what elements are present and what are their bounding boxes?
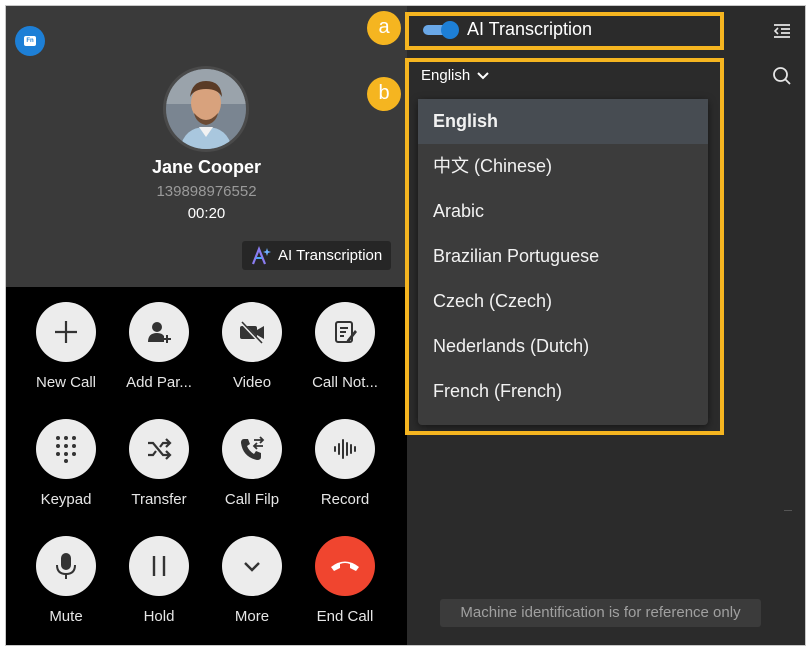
- video-off-icon: [239, 320, 264, 345]
- hold-button[interactable]: Hold: [113, 536, 205, 625]
- avatar: [166, 69, 246, 149]
- video-label: Video: [232, 374, 272, 391]
- ai-transcription-label: AI Transcription: [278, 247, 383, 264]
- end-call-label: End Call: [316, 608, 374, 625]
- call-controls: New Call Add Par... Video Call Not... Ke…: [6, 287, 407, 645]
- keypad-icon: [56, 436, 76, 463]
- hold-label: Hold: [143, 608, 175, 625]
- ai-sparkle-icon: [251, 245, 271, 264]
- caller-name: Jane Cooper: [151, 157, 262, 177]
- more-button[interactable]: More: [206, 536, 298, 625]
- mute-label: Mute: [49, 608, 83, 625]
- record-waveform-icon: [334, 439, 356, 459]
- more-label: More: [234, 608, 270, 625]
- pause-icon: [152, 556, 166, 576]
- chevron-down-icon: [244, 562, 260, 572]
- collapse-panel-icon[interactable]: [773, 23, 791, 39]
- call-flip-icon: [241, 436, 265, 460]
- add-participant-button[interactable]: Add Par...: [113, 302, 205, 391]
- toggle-highlight-box: [405, 12, 724, 50]
- call-timer: 00:20: [187, 205, 226, 222]
- call-note-label: Call Not...: [312, 374, 378, 391]
- ai-transcription-button[interactable]: AI Transcription: [242, 241, 391, 270]
- plus-icon: [55, 321, 77, 343]
- mute-button[interactable]: Mute: [20, 536, 112, 625]
- keypad-label: Keypad: [40, 491, 92, 508]
- divider: [784, 510, 792, 511]
- language-highlight-box: [405, 58, 724, 435]
- machine-id-notice: Machine identification is for reference …: [440, 599, 761, 627]
- callout-a: a: [367, 11, 401, 45]
- callout-b: b: [367, 77, 401, 111]
- caller-number: 139898976552: [156, 183, 257, 200]
- app-logo-icon: Fn: [15, 26, 45, 56]
- keypad-button[interactable]: Keypad: [20, 419, 112, 508]
- note-icon: [335, 321, 357, 343]
- add-participant-label: Add Par...: [126, 374, 192, 391]
- add-participant-icon: [148, 322, 171, 343]
- caller-info-area: Fn Jane Cooper 139898976552 00:20 AI Tra…: [6, 6, 407, 287]
- end-call-button[interactable]: End Call: [299, 536, 391, 625]
- search-icon[interactable]: [772, 66, 792, 86]
- new-call-label: New Call: [35, 374, 96, 391]
- record-label: Record: [320, 491, 370, 508]
- microphone-icon: [56, 553, 76, 579]
- new-call-button[interactable]: New Call: [20, 302, 112, 391]
- record-button[interactable]: Record: [299, 419, 391, 508]
- transfer-icon: [148, 438, 172, 460]
- call-panel: Fn Jane Cooper 139898976552 00:20 AI Tra…: [6, 6, 407, 645]
- video-button[interactable]: Video: [206, 302, 298, 391]
- hang-up-icon: [331, 561, 359, 571]
- call-note-button[interactable]: Call Not...: [299, 302, 391, 391]
- call-flip-label: Call Filp: [224, 491, 280, 508]
- transfer-button[interactable]: Transfer: [113, 419, 205, 508]
- transfer-label: Transfer: [131, 491, 187, 508]
- call-flip-button[interactable]: Call Filp: [206, 419, 298, 508]
